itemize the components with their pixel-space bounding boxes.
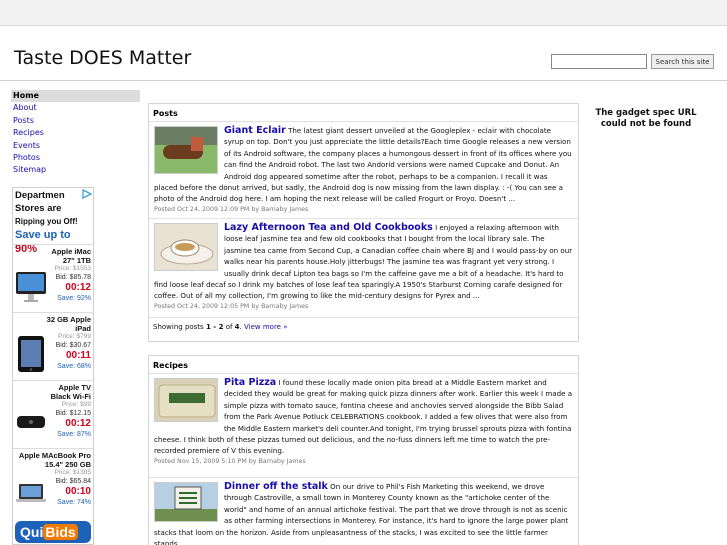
ad-item-ipad[interactable]: 32 GB Apple iPad Price: $799 Bid: $30.67…: [13, 312, 93, 380]
posts-pagination: Showing posts 1 - 2 of 4. View more »: [153, 323, 288, 331]
artichoke-thumbnail[interactable]: [154, 482, 218, 522]
sidebar-nav: Home About Posts Recipes Events Photos S…: [11, 90, 140, 177]
recipe-item: Dinner off the stalk On our drive to Phi…: [149, 478, 578, 545]
sidebar-item-home[interactable]: Home: [11, 90, 140, 103]
ad-headline-3: Ripping you Off!: [15, 217, 78, 226]
post-title-link[interactable]: Lazy Afternoon Tea and Old Cookbooks: [224, 222, 433, 233]
post-item: Giant Eclair The latest giant dessert un…: [149, 122, 578, 219]
top-bar: [0, 0, 727, 26]
ad-item-imac[interactable]: Apple iMac 27" 1TB Price: $1553 Bid: $85…: [13, 244, 93, 312]
gadget-error-message: The gadget spec URL could not be found: [595, 108, 697, 129]
pita-photo-icon: [155, 379, 217, 421]
site-header: Taste DOES Matter Search this site: [0, 26, 727, 81]
post-meta: Posted Oct 24, 2009 12:05 PM by Barnaby …: [154, 302, 309, 310]
sidebar-item-photos[interactable]: Photos: [11, 152, 140, 164]
recipe-meta: Posted Nov 15, 2009 5:10 PM by Barnaby J…: [154, 457, 306, 465]
ad-headline-1: Departmen: [15, 190, 65, 201]
imac-icon: [16, 272, 46, 302]
post-meta: Posted Oct 24, 2009 12:09 PM by Barnaby …: [154, 205, 309, 213]
post-title-link[interactable]: Giant Eclair: [224, 125, 286, 136]
recipe-title-link[interactable]: Dinner off the stalk: [224, 481, 328, 492]
ad-item-macbook[interactable]: Apple MAcBook Pro 15.4" 250 GB Price: $1…: [13, 448, 93, 516]
posts-panel: Posts Giant Eclair The latest giant dess…: [148, 103, 579, 342]
site-title[interactable]: Taste DOES Matter: [14, 47, 191, 69]
artichoke-sign-photo-icon: [155, 483, 217, 521]
search-input[interactable]: [551, 54, 647, 69]
recipes-heading: Recipes: [149, 356, 578, 374]
eclair-photo-icon: [155, 127, 217, 173]
posts-heading: Posts: [149, 104, 578, 122]
recipes-panel: Recipes Pita Pizza I found these locally…: [148, 355, 579, 545]
ad-headline-2: Stores are: [15, 203, 62, 214]
post-item: Lazy Afternoon Tea and Old Cookbooks I e…: [149, 219, 578, 318]
sidebar-item-posts[interactable]: Posts: [11, 115, 140, 127]
recipe-title-link[interactable]: Pita Pizza: [224, 377, 276, 388]
sidebar-advertisement[interactable]: Departmen Stores are Ripping you Off! Sa…: [12, 187, 94, 545]
tea-thumbnail[interactable]: [154, 223, 218, 271]
pita-thumbnail[interactable]: [154, 378, 218, 422]
sidebar-item-about[interactable]: About: [11, 102, 140, 114]
sidebar-item-events[interactable]: Events: [11, 140, 140, 152]
sidebar-item-recipes[interactable]: Recipes: [11, 127, 140, 139]
eclair-thumbnail[interactable]: [154, 126, 218, 174]
adchoices-icon[interactable]: [82, 189, 92, 199]
tea-photo-icon: [155, 224, 217, 270]
sidebar-item-sitemap[interactable]: Sitemap: [11, 164, 140, 176]
recipe-item: Pita Pizza I found these locally made on…: [149, 374, 578, 478]
ad-header[interactable]: Departmen Stores are Ripping you Off! Sa…: [13, 188, 93, 255]
search-button[interactable]: Search this site: [651, 54, 714, 69]
header-divider: [0, 80, 727, 81]
ipad-icon: [18, 336, 44, 372]
laptop-icon: [16, 484, 46, 502]
apple-tv-icon: [17, 416, 45, 428]
quibids-logo[interactable]: Qui Bids: [15, 521, 91, 543]
view-more-link[interactable]: View more »: [244, 323, 287, 331]
ad-item-apple-tv[interactable]: Apple TV Black Wi-Fi Price: $99 Bid: $12…: [13, 380, 93, 448]
